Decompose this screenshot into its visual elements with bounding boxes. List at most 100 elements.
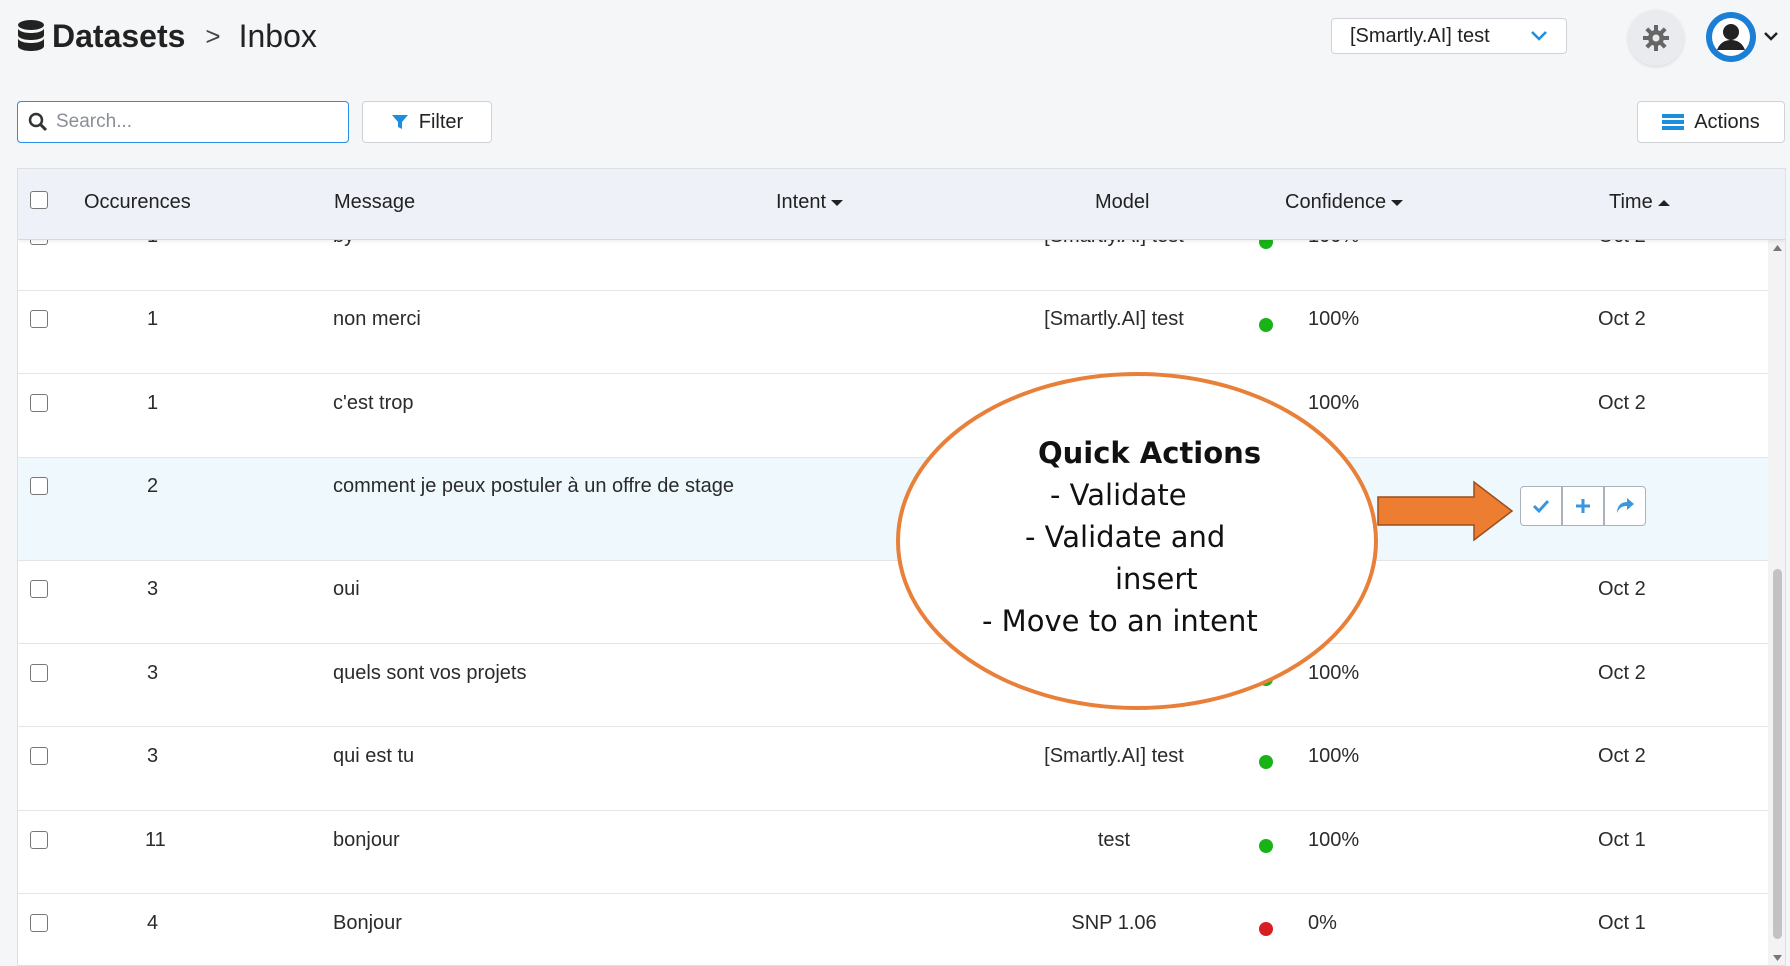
message-cell: comment je peux postuler à un offre de s… (333, 475, 734, 497)
confidence-cell: 100% (1308, 308, 1360, 330)
share-arrow-icon (1617, 498, 1634, 513)
occurences-cell: 4 (147, 912, 159, 934)
col-message[interactable]: Message (334, 191, 415, 214)
col-model[interactable]: Model (1095, 191, 1149, 214)
quick-actions (1520, 486, 1646, 526)
search-field[interactable] (17, 101, 349, 143)
model-select[interactable]: [Smartly.AI] test (1331, 18, 1567, 54)
move-to-intent-button[interactable] (1604, 486, 1646, 526)
breadcrumb: Datasets > Inbox (16, 14, 317, 58)
search-input[interactable] (54, 110, 338, 134)
confidence-cell: 100% (1308, 745, 1360, 767)
filter-button[interactable]: Filter (362, 101, 492, 143)
message-cell: Bonjour (333, 912, 402, 934)
row-checkbox[interactable] (30, 664, 48, 682)
confidence-cell: 100% (1308, 829, 1360, 851)
message-cell: quels sont vos projets (333, 662, 527, 684)
model-cell: [Smartly.AI] test (1044, 308, 1184, 330)
right-arrow-icon (1377, 480, 1514, 542)
row-checkbox[interactable] (30, 914, 48, 932)
row-checkbox[interactable] (30, 747, 48, 765)
validate-button[interactable] (1520, 486, 1562, 526)
plus-icon (1576, 499, 1590, 513)
callout-item: insert (1115, 562, 1198, 596)
row-checkbox[interactable] (30, 394, 48, 412)
occurences-cell: 1 (147, 392, 159, 414)
occurences-cell: 2 (147, 475, 159, 497)
time-cell: Oct 2 (1598, 745, 1646, 767)
time-cell: Oct 2 (1598, 578, 1646, 600)
chevron-down-icon (1531, 31, 1547, 41)
callout-item: - Validate (1050, 478, 1187, 512)
settings-button[interactable] (1628, 10, 1684, 66)
table-row[interactable]: 1 non merci [Smartly.AI] test 100% Oct 2 (18, 291, 1768, 374)
row-checkbox[interactable] (30, 580, 48, 598)
sort-up-icon (1657, 199, 1670, 206)
occurences-cell: 11 (145, 829, 166, 851)
status-dot-green (1259, 318, 1273, 332)
time-cell: Oct 2 (1598, 308, 1646, 330)
table-row[interactable]: 3 oui Oct 2 (18, 561, 1768, 644)
col-intent[interactable]: Intent (776, 191, 844, 214)
callout-item: - Move to an intent (982, 604, 1258, 638)
message-cell: oui (333, 578, 360, 600)
col-occurences[interactable]: Occurences (84, 191, 191, 214)
user-icon (1712, 18, 1750, 56)
confidence-cell: 100% (1308, 662, 1360, 684)
message-cell: c'est trop (333, 392, 414, 414)
occurences-cell: 3 (147, 578, 159, 600)
row-checkbox[interactable] (30, 477, 48, 495)
filter-label: Filter (418, 110, 464, 133)
status-dot-green (1259, 839, 1273, 853)
vertical-scrollbar[interactable] (1768, 239, 1786, 965)
message-cell: non merci (333, 308, 421, 330)
breadcrumb-separator: > (205, 20, 221, 51)
table-row[interactable]: 1 c'est trop 100% Oct 2 (18, 374, 1768, 458)
actions-button[interactable]: Actions (1637, 101, 1785, 143)
message-cell: qui est tu (333, 745, 415, 767)
occurences-cell: 3 (147, 745, 159, 767)
check-icon (1532, 499, 1550, 514)
model-cell: SNP 1.06 (1071, 912, 1157, 934)
scroll-thumb[interactable] (1773, 569, 1782, 939)
time-cell: Oct 2 (1598, 662, 1646, 684)
col-time-label: Time (1609, 191, 1653, 213)
sort-down-icon (831, 199, 844, 206)
time-cell: Oct 1 (1598, 912, 1646, 934)
row-checkbox[interactable] (30, 310, 48, 328)
status-dot-red (1259, 922, 1273, 936)
row-checkbox[interactable] (30, 831, 48, 849)
scroll-down-icon[interactable] (1768, 951, 1786, 965)
top-bar: Datasets > Inbox [Smartly.AI] test (0, 0, 1790, 80)
page-title: Inbox (238, 17, 317, 54)
database-icon (18, 20, 44, 51)
scroll-up-icon[interactable] (1768, 241, 1786, 255)
table-row[interactable]: 3 qui est tu [Smartly.AI] test 100% Oct 2 (18, 727, 1768, 811)
chevron-down-icon[interactable] (1763, 30, 1779, 42)
col-confidence[interactable]: Confidence (1285, 191, 1404, 214)
model-cell: test (1097, 829, 1131, 851)
validate-insert-button[interactable] (1562, 486, 1604, 526)
table-row[interactable]: 11 bonjour test 100% Oct 1 (18, 811, 1768, 894)
status-dot-green (1259, 755, 1273, 769)
quick-actions-callout: Quick Actions - Validate - Validate and … (896, 372, 1378, 710)
col-message-label: Message (334, 191, 416, 213)
list-icon (1662, 114, 1685, 130)
model-cell: [Smartly.AI] test (1044, 745, 1184, 767)
table-row[interactable]: 3 quels sont vos projets 100% Oct 2 (18, 644, 1768, 727)
search-icon (28, 112, 48, 132)
col-model-label: Model (1095, 191, 1150, 213)
callout-title: Quick Actions (1038, 436, 1262, 470)
breadcrumb-datasets[interactable]: Datasets (52, 18, 185, 55)
col-confidence-label: Confidence (1285, 191, 1387, 213)
model-select-value: [Smartly.AI] test (1350, 24, 1490, 47)
occurences-cell: 3 (147, 662, 159, 684)
select-all-checkbox[interactable] (30, 191, 48, 209)
table-row[interactable]: 4 Bonjour SNP 1.06 0% Oct 1 (18, 894, 1768, 965)
gear-icon (1643, 25, 1669, 51)
col-occurences-label: Occurences (84, 191, 191, 213)
confidence-cell: 0% (1308, 912, 1337, 934)
user-avatar-button[interactable] (1706, 12, 1756, 62)
sort-down-icon (1391, 199, 1404, 206)
col-time[interactable]: Time (1609, 191, 1671, 214)
